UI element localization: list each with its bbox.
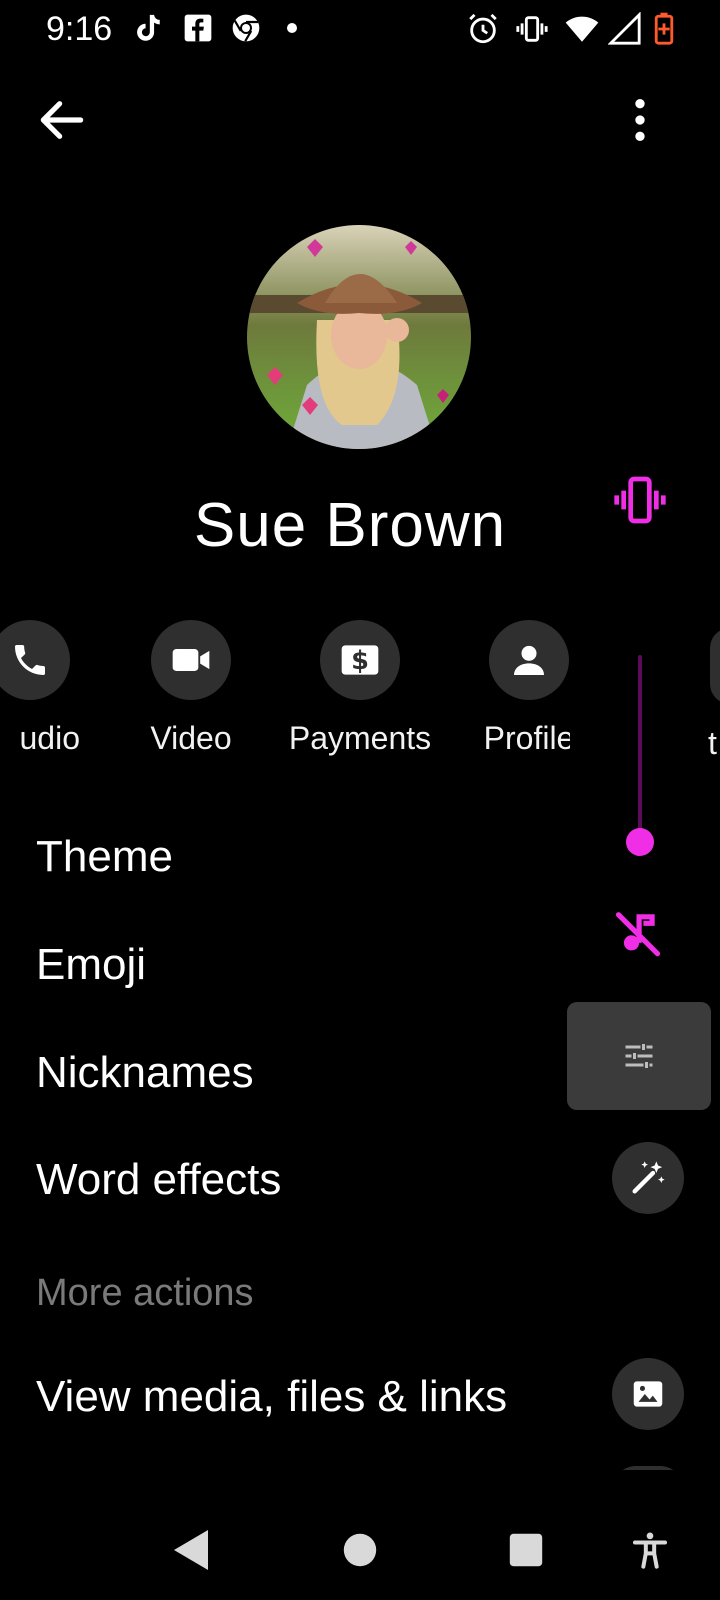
avatar[interactable] bbox=[247, 225, 471, 449]
section-header-more-actions: More actions bbox=[36, 1272, 254, 1314]
svg-text:$: $ bbox=[351, 646, 369, 676]
nav-home-button[interactable] bbox=[330, 1520, 390, 1580]
battery-icon bbox=[654, 12, 674, 45]
list-item-emoji[interactable]: Emoji bbox=[36, 940, 146, 990]
payments-button[interactable]: $ Payments bbox=[275, 620, 445, 757]
list-item-nicknames[interactable]: Nicknames bbox=[36, 1048, 254, 1098]
nav-accessibility-button[interactable] bbox=[620, 1520, 680, 1580]
volume-track[interactable] bbox=[638, 655, 642, 845]
navigation-bar bbox=[0, 1490, 720, 1600]
audio-call-button[interactable]: udio bbox=[0, 620, 115, 757]
home-circle-icon bbox=[343, 1533, 377, 1567]
arrow-left-icon bbox=[40, 101, 84, 139]
volume-settings-button[interactable] bbox=[567, 1002, 711, 1110]
video-icon bbox=[172, 649, 210, 671]
avatar-photo bbox=[247, 225, 471, 449]
action-label: Profile bbox=[483, 720, 570, 756]
image-icon bbox=[633, 1381, 663, 1407]
accessibility-icon bbox=[633, 1532, 667, 1569]
tiktok-icon bbox=[137, 14, 160, 41]
profile-button[interactable]: Profile bbox=[444, 620, 570, 757]
wifi-icon bbox=[565, 16, 599, 42]
app-bar bbox=[0, 80, 720, 160]
more-vert-icon bbox=[635, 99, 645, 141]
vibrate-mode-icon[interactable] bbox=[612, 472, 668, 528]
recents-square-icon bbox=[509, 1533, 543, 1567]
person-icon bbox=[514, 645, 544, 675]
signal-icon bbox=[608, 12, 641, 45]
more-options-button[interactable] bbox=[612, 92, 668, 148]
back-triangle-icon bbox=[174, 1530, 208, 1570]
alarm-icon bbox=[469, 13, 497, 44]
word-effects-button[interactable] bbox=[612, 1142, 684, 1214]
video-call-button[interactable]: Video bbox=[106, 620, 276, 757]
action-label: udio bbox=[19, 720, 81, 756]
view-media-button[interactable] bbox=[612, 1358, 684, 1430]
vibrate-icon bbox=[516, 16, 548, 42]
volume-slider-knob[interactable] bbox=[626, 828, 654, 856]
tune-icon bbox=[625, 1044, 653, 1068]
nav-recents-button[interactable] bbox=[496, 1520, 556, 1580]
partial-action-button[interactable] bbox=[710, 628, 720, 704]
status-bar: 9:16 bbox=[0, 0, 720, 56]
action-label: Payments bbox=[288, 720, 432, 756]
back-button[interactable] bbox=[34, 92, 90, 148]
status-time: 9:16 bbox=[46, 10, 113, 48]
dot-icon bbox=[287, 23, 297, 33]
action-label: Video bbox=[150, 720, 232, 756]
list-item-theme[interactable]: Theme bbox=[36, 832, 173, 882]
music-off-icon[interactable] bbox=[612, 906, 664, 958]
facebook-icon bbox=[184, 14, 212, 42]
nav-back-button[interactable] bbox=[162, 1520, 222, 1580]
quick-actions: udio Video $ Payments Profile bbox=[0, 620, 570, 770]
chrome-icon bbox=[232, 14, 260, 42]
list-item-word-effects[interactable]: Word effects bbox=[36, 1155, 281, 1205]
phone-icon bbox=[15, 645, 45, 675]
magic-wand-icon bbox=[632, 1161, 665, 1194]
list-item-view-media[interactable]: View media, files & links bbox=[36, 1372, 507, 1422]
payment-icon: $ bbox=[341, 645, 379, 676]
